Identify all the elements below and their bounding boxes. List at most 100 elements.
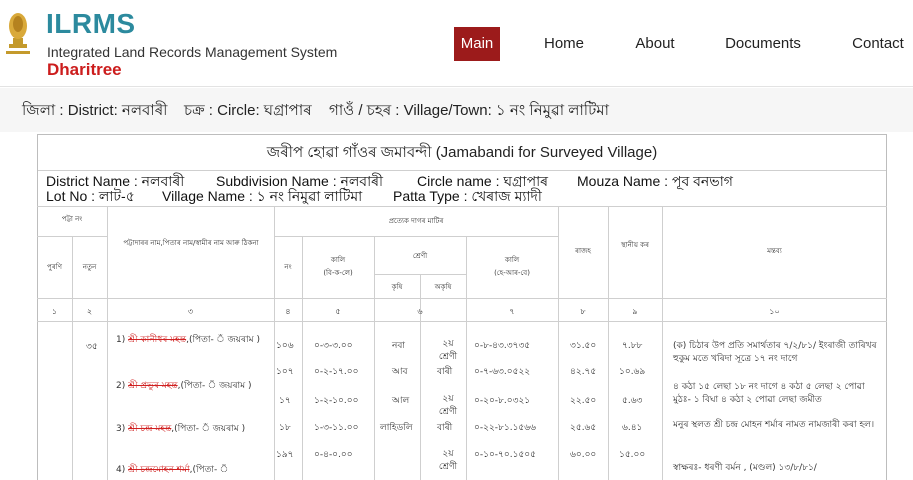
owner-entry: 3) শ্ৰী চন্দ্ৰ মহন্ত,(পিতা- ঁ জয়ৰাম ) <box>116 424 246 434</box>
circle-label: Circle name <box>417 173 492 189</box>
patta-type-info: Patta Type : খেৰাজ ম্যাদী <box>393 189 542 203</box>
header-owner: পট্টাদাৰৰ নাম,পিতাৰ নাম/স্বামীৰ নাম আৰু … <box>123 239 259 247</box>
area-hare: ০-৮-৪৩.৩৭৩৫ <box>474 341 531 351</box>
col-num-1: ১ <box>51 307 58 316</box>
subdivision-info: Subdivision Name : নলবাৰী <box>216 174 383 188</box>
state-emblem-icon <box>6 13 30 54</box>
col-num-9: ৯ <box>632 307 638 316</box>
nav-documents[interactable]: Documents <box>720 27 806 61</box>
revenue: ২৫.৬৫ <box>570 423 597 433</box>
district-name-info: District Name : নলবাৰী <box>46 174 184 188</box>
lot-info: Lot No : লাট-৫ <box>46 189 135 203</box>
remark-text: ৪ কঠা ১৫ লেছা ১৮ নং দাগে ৪ কঠা ৫ লেছা ২ … <box>673 382 865 405</box>
location-district: জিলা : District: নলবাৰী <box>22 102 168 119</box>
header-patta-new: নতুন <box>82 263 97 271</box>
col-num-3: ৩ <box>187 307 194 316</box>
class-agri: আল <box>392 396 410 406</box>
col-num-6: ৬ <box>417 307 423 316</box>
subdivision-label: Subdivision Name <box>216 173 329 189</box>
area-hare: ০-১০-৭০.১৫০৫ <box>474 450 536 460</box>
col-num-7: ৭ <box>509 307 515 316</box>
col-num-4: ৪ <box>285 307 291 316</box>
patta-type-label: Patta Type <box>393 188 460 204</box>
header-area-bkl: কালি <box>330 256 346 264</box>
area-bkl: ১-৩-১১.০০ <box>314 423 359 433</box>
owner-name: শ্ৰী চন্দ্ৰ মহন্ত <box>128 424 172 434</box>
revenue: ৩১.৫০ <box>570 341 597 351</box>
circle-value: : ঘগ্ৰাপাৰ <box>495 173 549 189</box>
nav-home[interactable]: Home <box>538 27 590 61</box>
dag-no: ১৮ <box>279 423 291 433</box>
remark-text: (ক) চিঠাৰ উপ প্ৰতি সমাৰ্থতাৰ ৭/২/৮১/ ইংৰ… <box>673 341 877 364</box>
col-num-2: ২ <box>86 307 93 316</box>
area-bkl: ০-৩-৩.০০ <box>314 341 353 351</box>
area-hare: ০-২০-৮.০৩২১ <box>474 396 531 406</box>
local-tax: ৭.৮৮ <box>622 341 643 351</box>
header-remarks: মন্তব্য <box>767 247 782 255</box>
revenue: ২২.৫০ <box>570 396 597 406</box>
header-dag-group: প্ৰত্যেক দাগৰ মাটিৰ <box>388 217 444 225</box>
owner-entry: 2) শ্ৰী প্ৰভুৰ মহন্ত,(পিতা- ঁ জয়ৰাম ) <box>116 381 252 391</box>
class-nonagri: ২য় শ্ৰেণী <box>438 449 458 472</box>
col-num-8: ৮ <box>580 307 586 316</box>
local-tax: ৫.৬৩ <box>622 396 643 406</box>
nav-about[interactable]: About <box>628 27 682 61</box>
patta-new-value: ৩৫ <box>86 342 98 352</box>
dag-no: ১০৭ <box>276 367 294 377</box>
local-tax: ১০.৬৯ <box>619 367 646 377</box>
village-info: Village Name : ১ নং নিমুৱা লাটিমা <box>162 189 362 203</box>
header-patta-no: পট্টা নং <box>61 215 83 223</box>
mouza-info: Mouza Name : পূব বনভাগ <box>577 174 733 188</box>
circle-info: Circle name : ঘগ্ৰাপাৰ <box>417 174 548 188</box>
patta-type-value: : খেৰাজ ম্যাদী <box>463 188 542 204</box>
class-agri: নবা <box>392 341 405 351</box>
class-agri: আব <box>392 367 408 377</box>
header-local-tax: স্থানীয় কৰ <box>620 241 650 249</box>
area-bkl: ১-২-১০.০০ <box>314 396 359 406</box>
header-patta-old: পুৰণি <box>47 263 62 271</box>
brand-title: ILRMS <box>46 8 136 39</box>
dag-no: ১৭ <box>279 396 291 406</box>
district-value: : নলবাৰী <box>133 173 185 189</box>
header-class-nonagri: অকৃষি <box>434 283 452 291</box>
brand-subtitle: Integrated Land Records Management Syste… <box>47 44 338 60</box>
col-num-10: ১০ <box>769 307 780 316</box>
owner-name: শ্ৰী প্ৰভুৰ মহন্ত <box>128 381 178 391</box>
class-nonagri: বাৰী <box>437 367 453 377</box>
header-class-agri: কৃষি <box>391 283 403 291</box>
nav-contact[interactable]: Contact <box>846 27 910 61</box>
col-num-5: ৫ <box>335 307 341 316</box>
revenue: ৬০.০০ <box>570 450 597 460</box>
local-tax: ১৫.০০ <box>619 450 646 460</box>
class-nonagri: বাৰী <box>437 423 453 433</box>
area-hare: ০-৭-৬৩.০৫২২ <box>474 367 531 377</box>
header-area-hare-unit: (হে-আৰ-বে) <box>494 269 530 277</box>
document-title: জৰীপ হোৱা গাঁওৰ জমাবন্দী (Jamabandi for … <box>38 135 886 171</box>
header-area-bkl-unit: (বি-ক-লে) <box>323 269 353 277</box>
dag-no: ১৯৭ <box>276 450 294 460</box>
location-village: গাওঁ / চহৰ : Village/Town: ১ নং নিমুৱা ল… <box>329 102 609 119</box>
revenue: ৪২.৭৫ <box>570 367 597 377</box>
owner-entry: 1) শ্ৰী কানীধৰ মহন্ত,(পিতা- ঁ জয়ৰাম ) <box>116 335 260 345</box>
area-bkl: ০-২-১৭.০০ <box>314 367 359 377</box>
class-agri: লাহিডলি <box>380 423 413 433</box>
remark-text: মনুৰ স্থলত শ্ৰী চন্দ্ৰ মোহন শৰ্মাৰ নামত … <box>673 420 875 430</box>
class-nonagri: ২য় শ্ৰেণী <box>438 394 458 417</box>
local-tax: ৬.৪১ <box>622 423 643 433</box>
area-bkl: ০-৪-০.০০ <box>314 450 353 460</box>
mouza-label: Mouza Name <box>577 173 661 189</box>
owner-name: শ্ৰী চন্দ্ৰমোহন শৰ্মা <box>128 465 190 475</box>
owner-entry: 4) শ্ৰী চন্দ্ৰমোহন শৰ্মা,(পিতা- ঁ <box>116 465 229 475</box>
brand-name: Dharitree <box>47 60 122 79</box>
nav-main[interactable]: Main <box>454 27 500 61</box>
class-nonagri: ২য় শ্ৰেণী <box>438 339 458 362</box>
mouza-value: : পূব বনভাগ <box>664 173 733 189</box>
lot-value: : লাট-৫ <box>91 188 135 204</box>
header-dag-no: নং <box>284 263 292 271</box>
header-class: শ্ৰেণী <box>412 252 428 260</box>
village-value: : ১ নং নিমুৱা লাটিমা <box>248 188 363 204</box>
header-area-hare: কালি <box>504 256 520 264</box>
subdivision-value: : নলবাৰী <box>332 173 384 189</box>
header-revenue: ৰাজহ <box>575 247 591 255</box>
district-label: District Name <box>46 173 131 189</box>
